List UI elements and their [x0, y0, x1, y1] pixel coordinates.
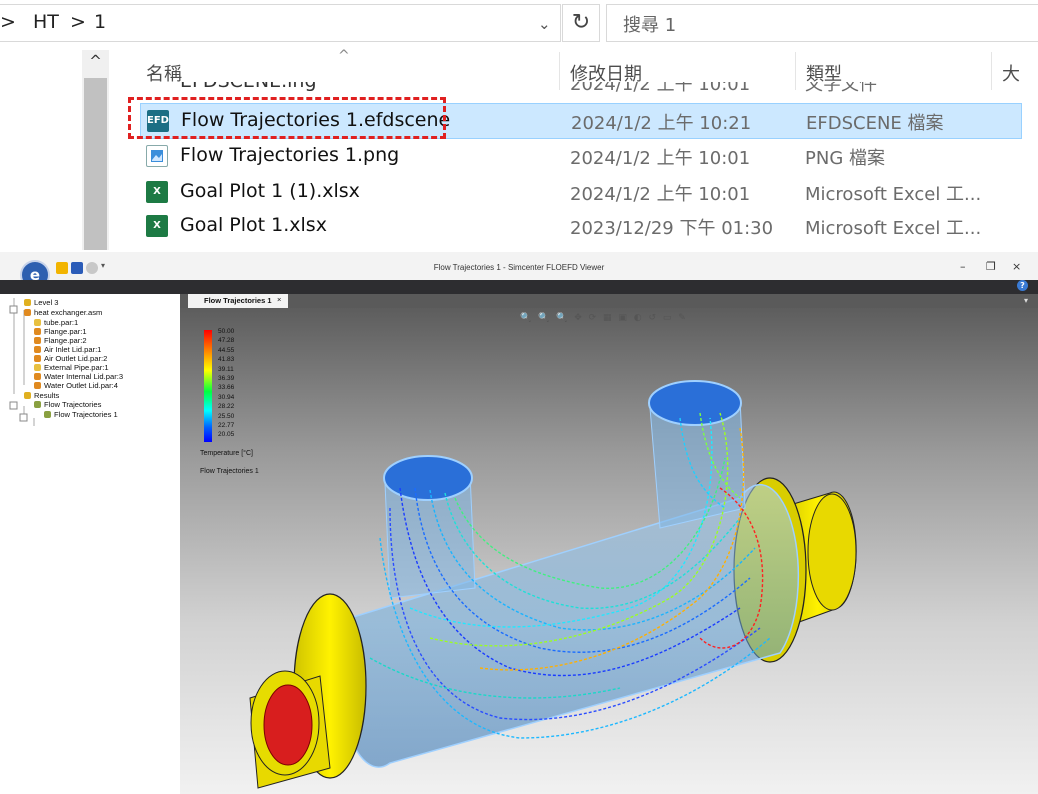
tree-item-label: Results: [34, 391, 60, 400]
tree-item[interactable]: Flow Trajectories 1: [44, 410, 118, 419]
tree-item[interactable]: Level 3: [24, 298, 59, 307]
tree-item-label: tube.par:1: [44, 318, 79, 327]
tree-item-label: Flange.par:1: [44, 327, 87, 336]
tree-item[interactable]: Flow Trajectories: [34, 400, 101, 409]
file-type: Microsoft Excel 工...: [805, 184, 982, 205]
close-icon[interactable]: ×: [1012, 260, 1021, 273]
tab-label: Flow Trajectories 1: [204, 296, 272, 305]
chevron-down-icon[interactable]: ⌄: [538, 15, 556, 33]
3d-viewport[interactable]: 🔍 🔍 🔍 ✥ ⟳ ▦ ▣ ◐ ↺ ▭ ✎ 50.00 47.28 44.55 41.…: [180, 308, 1038, 794]
tree-item[interactable]: Air Outlet Lid.par:2: [34, 354, 107, 363]
part-icon: [34, 401, 41, 408]
tree-item[interactable]: Air Inlet Lid.par:1: [34, 345, 101, 354]
tree-item[interactable]: Flange.par:2: [34, 336, 87, 345]
file-type: PNG 檔案: [805, 148, 885, 169]
file-type: 文字文件: [805, 82, 877, 94]
tree-item[interactable]: heat exchanger.asm: [24, 308, 102, 317]
tab-menu-icon[interactable]: ▾: [1024, 296, 1028, 305]
tree-item-label: heat exchanger.asm: [34, 308, 103, 317]
address-bar[interactable]: > HT > 1 ⌄: [0, 4, 561, 42]
file-explorer: > HT > 1 ⌄ ↻ 搜尋 1 ^ ^ 名稱 修改日期 類型 大 EFDSC…: [0, 0, 1038, 250]
part-icon: [34, 319, 41, 326]
file-name: Goal Plot 1 (1).xlsx: [180, 180, 360, 202]
tab-close-icon[interactable]: ×: [277, 295, 281, 304]
png-file-icon: [146, 145, 168, 167]
ribbon-bar: [0, 280, 1038, 294]
tree-item[interactable]: Results: [24, 391, 59, 400]
minimize-icon[interactable]: –: [960, 260, 966, 273]
file-name: Goal Plot 1.xlsx: [180, 214, 327, 236]
tree-item-label: Water Outlet Lid.par:4: [44, 381, 119, 390]
tree-item-label: Flow Trajectories: [44, 400, 102, 409]
search-input[interactable]: 搜尋 1: [606, 4, 1038, 42]
model-tree: Level 3 heat exchanger.asm tube.par:1 Flang…: [0, 294, 181, 794]
save-icon[interactable]: [71, 262, 83, 274]
part-icon: [34, 355, 41, 362]
open-icon[interactable]: [56, 262, 68, 274]
excel-file-icon: X: [146, 181, 168, 203]
tree-item-label: External Pipe.par:1: [44, 363, 109, 372]
refresh-icon[interactable]: ↻: [562, 4, 600, 42]
part-icon: [34, 373, 41, 380]
tree-item-label: Flow Trajectories 1: [54, 410, 118, 419]
tree-item-label: Level 3: [34, 298, 59, 307]
maximize-icon[interactable]: ❐: [986, 260, 996, 273]
breadcrumb-ht[interactable]: HT: [33, 11, 59, 33]
file-type: Microsoft Excel 工...: [805, 218, 982, 239]
tree-item[interactable]: Flange.par:1: [34, 327, 87, 336]
floefd-viewer-window: Flow Trajectories 1 - Simcenter FLOEFD V…: [0, 252, 1038, 794]
file-name: EFDSCENE.ing: [180, 82, 317, 92]
part-icon: [34, 346, 41, 353]
scroll-thumb[interactable]: [84, 78, 107, 250]
tree-item-label: Flange.par:2: [44, 336, 87, 345]
list-item[interactable]: X Goal Plot 1 (1).xlsx 2024/1/2 上午 10:01…: [140, 175, 1020, 209]
breadcrumb-separator: >: [70, 11, 86, 33]
part-icon: [24, 392, 31, 399]
tree-item-label: Water Internal Lid.par:3: [44, 372, 124, 381]
file-date: 2023/12/29 下午 01:30: [570, 218, 774, 239]
part-icon: [44, 411, 51, 418]
file-date: 2024/1/2 上午 10:01: [570, 82, 751, 94]
list-item[interactable]: Flow Trajectories 1.png 2024/1/2 上午 10:0…: [140, 139, 1020, 173]
list-item-partial[interactable]: EFDSCENE.ing 2024/1/2 上午 10:01 文字文件: [140, 82, 1020, 94]
part-icon: [34, 337, 41, 344]
quick-access-dropdown-icon[interactable]: ▾: [101, 261, 109, 273]
file-date: 2024/1/2 上午 10:21: [571, 113, 752, 134]
part-icon: [34, 364, 41, 371]
tree-item-label: Air Outlet Lid.par:2: [44, 354, 108, 363]
document-tab-strip: [180, 294, 1038, 308]
search-placeholder: 搜尋 1: [623, 15, 677, 36]
heat-exchanger-model: [249, 380, 857, 789]
tree-item-label: Air Inlet Lid.par:1: [44, 345, 102, 354]
part-icon: [24, 299, 31, 306]
tree-item[interactable]: tube.par:1: [34, 318, 78, 327]
scroll-up-icon[interactable]: ^: [82, 52, 109, 74]
part-icon: [34, 382, 41, 389]
list-item[interactable]: X Goal Plot 1.xlsx 2023/12/29 下午 01:30 M…: [140, 209, 1020, 243]
excel-file-icon: X: [146, 215, 168, 237]
file-name: Flow Trajectories 1.png: [180, 144, 400, 166]
tree-item[interactable]: Water Outlet Lid.par:4: [34, 381, 118, 390]
sort-ascending-icon: ^: [338, 48, 350, 64]
file-date: 2024/1/2 上午 10:01: [570, 148, 751, 169]
breadcrumb-1[interactable]: 1: [94, 11, 106, 33]
window-title: Flow Trajectories 1 - Simcenter FLOEFD V…: [433, 263, 605, 272]
highlight-box: [128, 97, 446, 139]
help-icon[interactable]: ?: [1017, 280, 1028, 291]
title-bar: Flow Trajectories 1 - Simcenter FLOEFD V…: [0, 252, 1038, 280]
file-date: 2024/1/2 上午 10:01: [570, 184, 751, 205]
breadcrumb-separator: >: [0, 11, 16, 33]
file-type: EFDSCENE 檔案: [806, 113, 944, 134]
tab-flow-trajectories-1[interactable]: Flow Trajectories 1 ×: [188, 294, 288, 308]
part-icon: [34, 328, 41, 335]
tree-item[interactable]: External Pipe.par:1: [34, 363, 109, 372]
part-icon: [24, 309, 31, 316]
settings-icon[interactable]: [86, 262, 98, 274]
tree-item[interactable]: Water Internal Lid.par:3: [34, 372, 123, 381]
